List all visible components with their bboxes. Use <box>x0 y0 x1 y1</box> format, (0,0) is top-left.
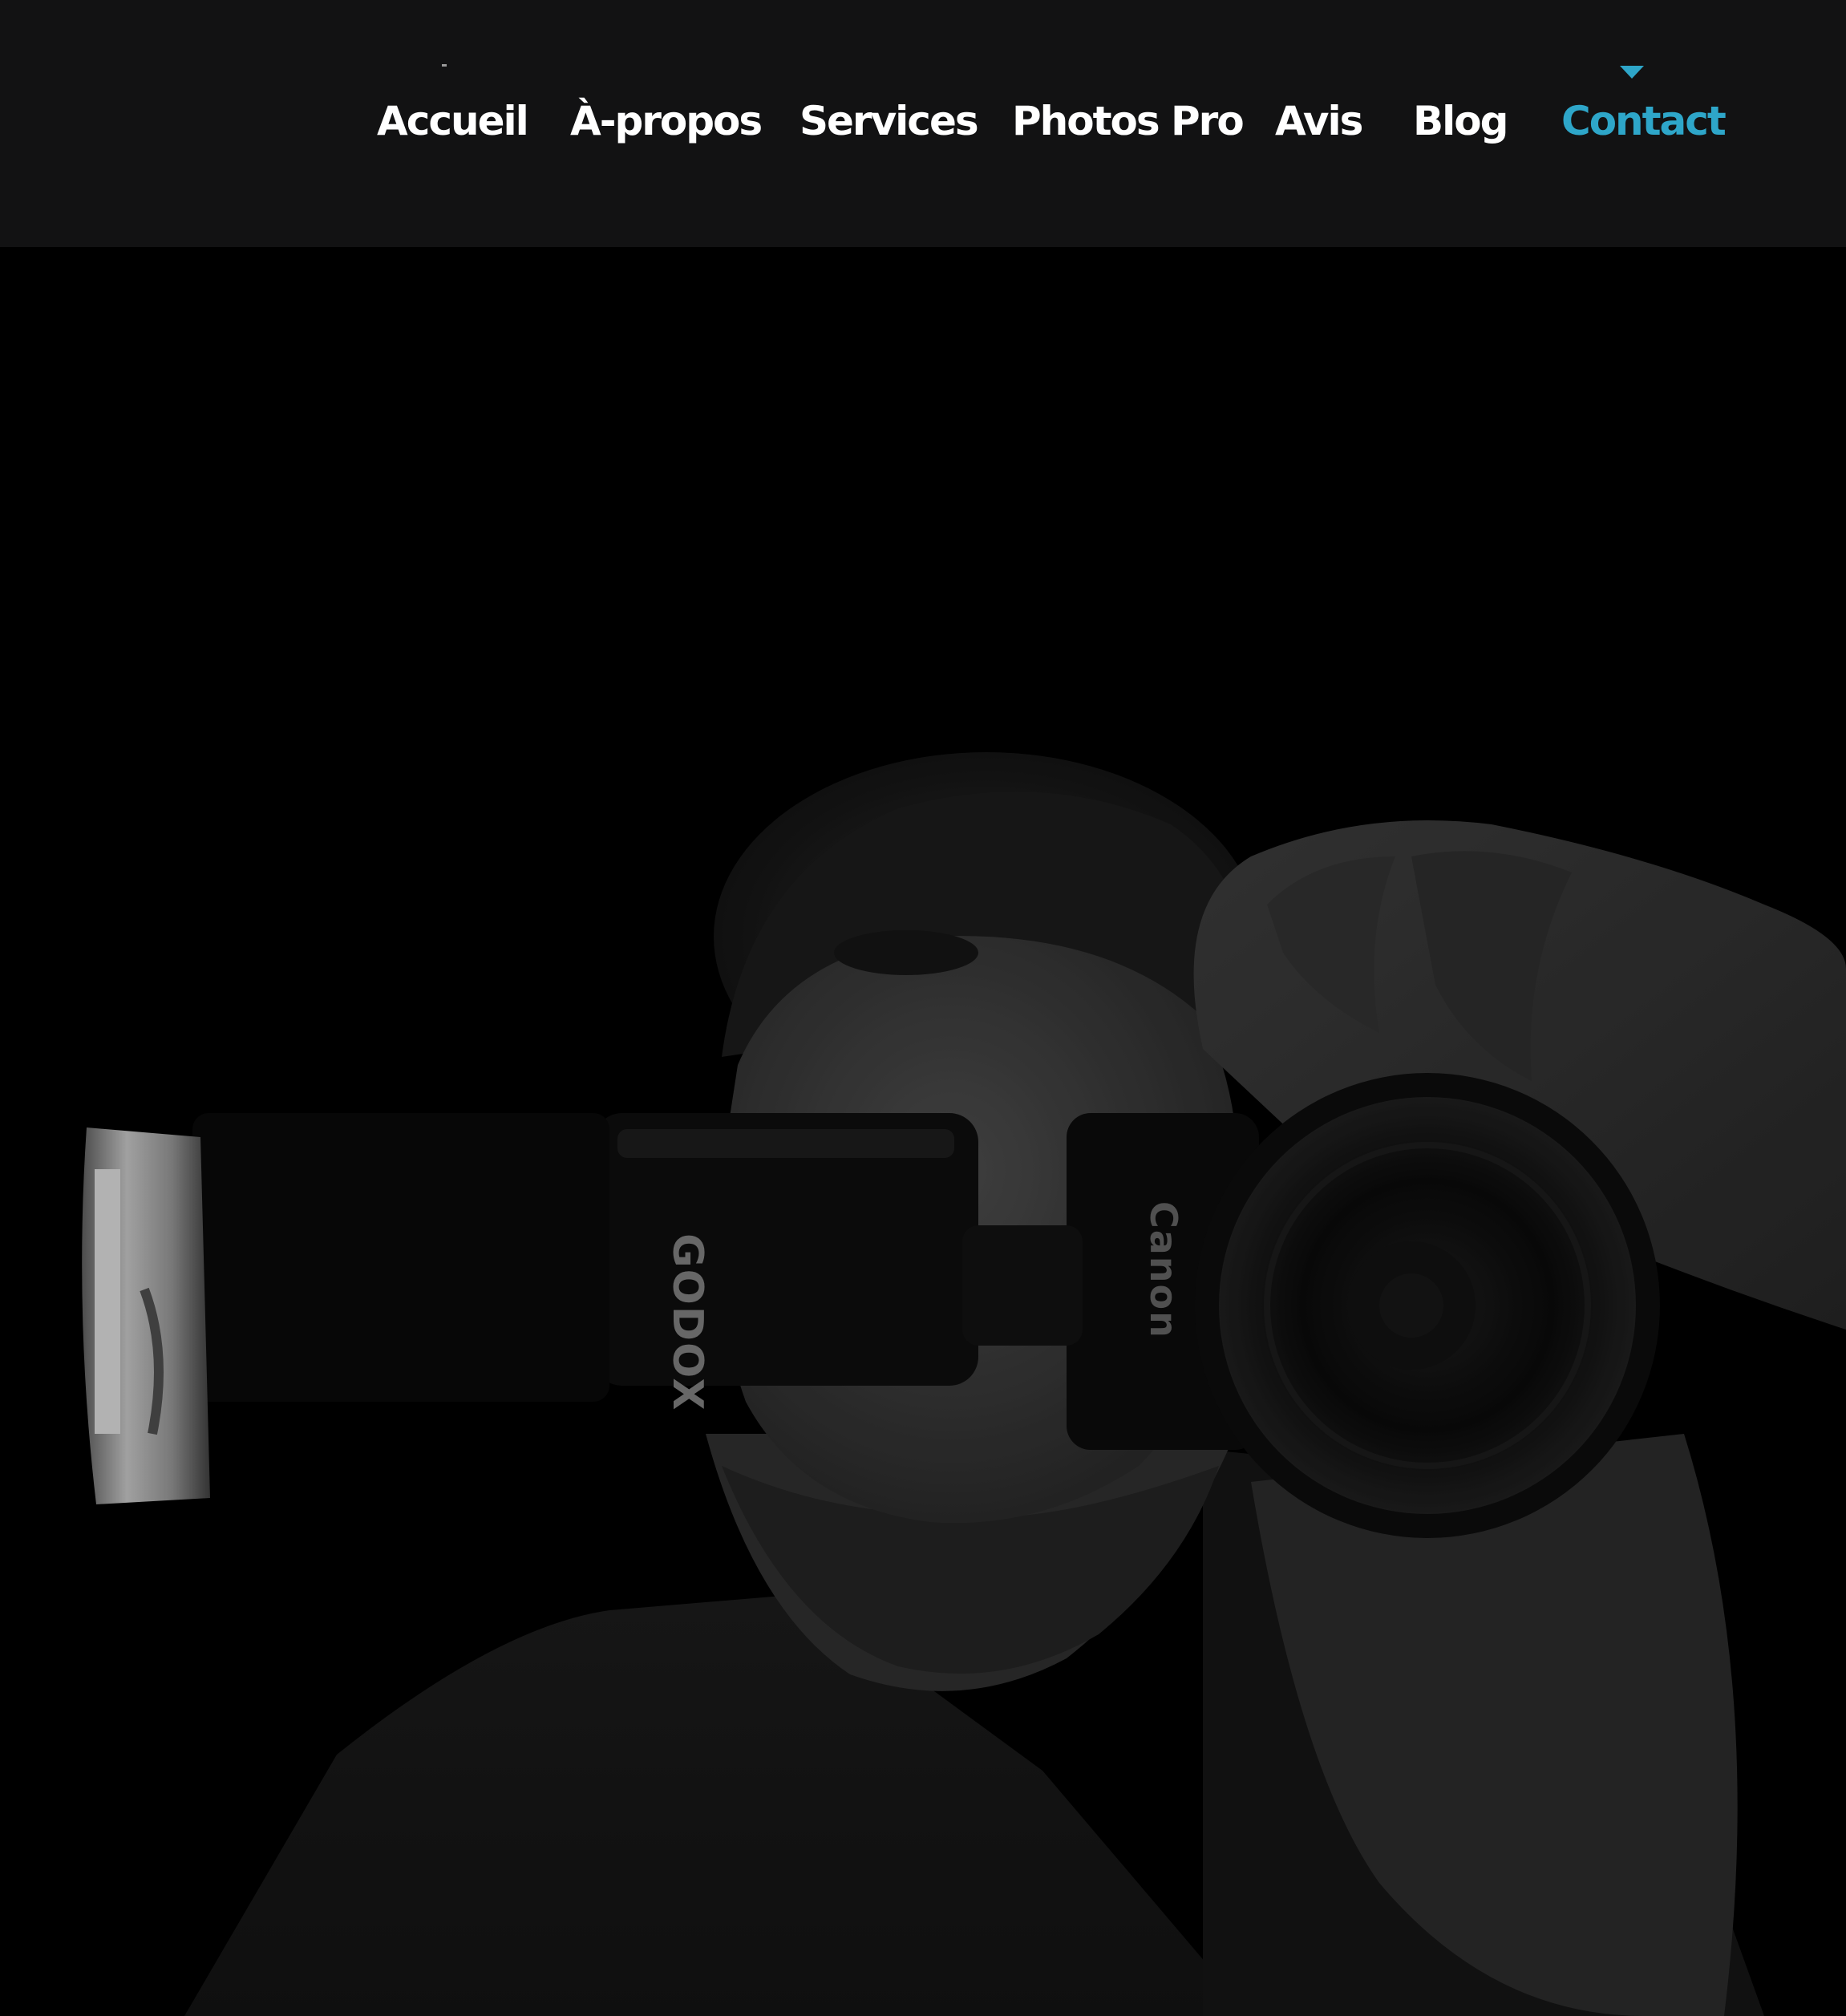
page: Accueil À-propos Services Photos Pro Avi… <box>0 0 1846 2016</box>
nav-item-photos-pro[interactable]: Photos Pro <box>1012 95 1245 148</box>
nav-item-accueil[interactable]: Accueil <box>377 95 529 148</box>
triangle-down-icon <box>1620 66 1644 79</box>
nav-item-blog[interactable]: Blog <box>1413 95 1508 148</box>
hero-photo: Canon GODOX <box>0 247 1846 2016</box>
site-header: Accueil À-propos Services Photos Pro Avi… <box>0 0 1846 247</box>
photographer-image: Canon GODOX <box>0 247 1846 2016</box>
nav-item-a-propos[interactable]: À-propos <box>570 95 763 148</box>
nav-item-services[interactable]: Services <box>800 95 979 148</box>
nav-item-avis[interactable]: Avis <box>1275 95 1363 148</box>
main-nav: Accueil À-propos Services Photos Pro Avi… <box>0 0 1846 247</box>
nav-item-contact[interactable]: Contact <box>1561 95 1727 148</box>
